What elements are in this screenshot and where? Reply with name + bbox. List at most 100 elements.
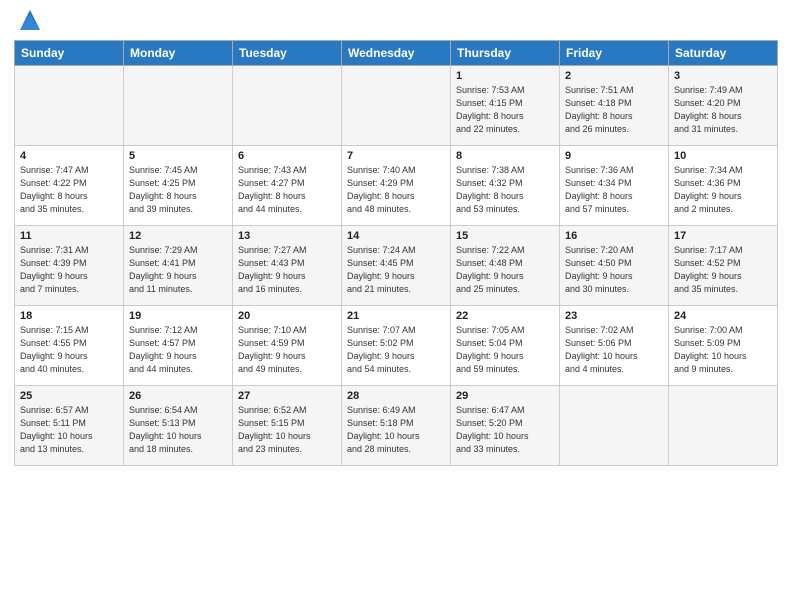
day-info: Sunrise: 7:47 AM Sunset: 4:22 PM Dayligh… [20,164,118,216]
day-number: 26 [129,390,227,402]
day-info: Sunrise: 7:49 AM Sunset: 4:20 PM Dayligh… [674,84,772,136]
day-number: 25 [20,390,118,402]
calendar-cell: 13 Sunrise: 7:27 AM Sunset: 4:43 PM Dayli… [233,226,342,306]
calendar-cell [124,66,233,146]
week-row-1: 1 Sunrise: 7:53 AM Sunset: 4:15 PM Daylig… [15,66,778,146]
day-info: Sunrise: 7:45 AM Sunset: 4:25 PM Dayligh… [129,164,227,216]
day-info: Sunrise: 6:52 AM Sunset: 5:15 PM Dayligh… [238,404,336,456]
day-number: 24 [674,310,772,322]
day-number: 21 [347,310,445,322]
day-number: 20 [238,310,336,322]
day-number: 15 [456,230,554,242]
weekday-header-saturday: Saturday [669,41,778,66]
day-info: Sunrise: 7:02 AM Sunset: 5:06 PM Dayligh… [565,324,663,376]
calendar-cell: 27 Sunrise: 6:52 AM Sunset: 5:15 PM Dayli… [233,386,342,466]
calendar-cell: 16 Sunrise: 7:20 AM Sunset: 4:50 PM Dayli… [560,226,669,306]
calendar-cell: 21 Sunrise: 7:07 AM Sunset: 5:02 PM Dayli… [342,306,451,386]
calendar-cell [560,386,669,466]
calendar-cell: 12 Sunrise: 7:29 AM Sunset: 4:41 PM Dayli… [124,226,233,306]
calendar-cell [342,66,451,146]
week-row-2: 4 Sunrise: 7:47 AM Sunset: 4:22 PM Daylig… [15,146,778,226]
day-number: 10 [674,150,772,162]
calendar-cell: 15 Sunrise: 7:22 AM Sunset: 4:48 PM Dayli… [451,226,560,306]
calendar-cell: 4 Sunrise: 7:47 AM Sunset: 4:22 PM Daylig… [15,146,124,226]
calendar-cell [669,386,778,466]
calendar-table: SundayMondayTuesdayWednesdayThursdayFrid… [14,40,778,466]
day-info: Sunrise: 7:00 AM Sunset: 5:09 PM Dayligh… [674,324,772,376]
day-number: 4 [20,150,118,162]
calendar-cell: 19 Sunrise: 7:12 AM Sunset: 4:57 PM Dayli… [124,306,233,386]
calendar-cell: 25Sunrise: 6:57 AM Sunset: 5:11 PM Dayli… [15,386,124,466]
day-number: 7 [347,150,445,162]
logo-icon [16,6,44,34]
day-number: 29 [456,390,554,402]
day-info: Sunrise: 6:49 AM Sunset: 5:18 PM Dayligh… [347,404,445,456]
weekday-header-thursday: Thursday [451,41,560,66]
day-info: Sunrise: 7:38 AM Sunset: 4:32 PM Dayligh… [456,164,554,216]
day-number: 11 [20,230,118,242]
calendar-cell: 6 Sunrise: 7:43 AM Sunset: 4:27 PM Daylig… [233,146,342,226]
day-info: Sunrise: 7:51 AM Sunset: 4:18 PM Dayligh… [565,84,663,136]
day-number: 14 [347,230,445,242]
day-number: 28 [347,390,445,402]
day-info: Sunrise: 7:22 AM Sunset: 4:48 PM Dayligh… [456,244,554,296]
calendar-cell [233,66,342,146]
weekday-header-wednesday: Wednesday [342,41,451,66]
day-info: Sunrise: 6:54 AM Sunset: 5:13 PM Dayligh… [129,404,227,456]
calendar-cell: 28 Sunrise: 6:49 AM Sunset: 5:18 PM Dayli… [342,386,451,466]
day-info: Sunrise: 7:36 AM Sunset: 4:34 PM Dayligh… [565,164,663,216]
calendar-body: 1 Sunrise: 7:53 AM Sunset: 4:15 PM Daylig… [15,66,778,466]
calendar-cell: 18Sunrise: 7:15 AM Sunset: 4:55 PM Dayli… [15,306,124,386]
day-number: 16 [565,230,663,242]
calendar-cell: 14 Sunrise: 7:24 AM Sunset: 4:45 PM Dayli… [342,226,451,306]
weekday-header-monday: Monday [124,41,233,66]
calendar-cell: 8 Sunrise: 7:38 AM Sunset: 4:32 PM Daylig… [451,146,560,226]
day-info: Sunrise: 6:47 AM Sunset: 5:20 PM Dayligh… [456,404,554,456]
day-number: 12 [129,230,227,242]
day-info: Sunrise: 7:07 AM Sunset: 5:02 PM Dayligh… [347,324,445,376]
day-info: Sunrise: 7:34 AM Sunset: 4:36 PM Dayligh… [674,164,772,216]
calendar-cell: 20Sunrise: 7:10 AM Sunset: 4:59 PM Dayli… [233,306,342,386]
calendar-cell: 29 Sunrise: 6:47 AM Sunset: 5:20 PM Dayli… [451,386,560,466]
weekday-header-friday: Friday [560,41,669,66]
day-number: 8 [456,150,554,162]
day-info: Sunrise: 7:29 AM Sunset: 4:41 PM Dayligh… [129,244,227,296]
day-number: 13 [238,230,336,242]
day-info: Sunrise: 7:24 AM Sunset: 4:45 PM Dayligh… [347,244,445,296]
calendar-cell: 7 Sunrise: 7:40 AM Sunset: 4:29 PM Daylig… [342,146,451,226]
day-info: Sunrise: 7:12 AM Sunset: 4:57 PM Dayligh… [129,324,227,376]
week-row-5: 25Sunrise: 6:57 AM Sunset: 5:11 PM Dayli… [15,386,778,466]
day-number: 17 [674,230,772,242]
day-info: Sunrise: 7:43 AM Sunset: 4:27 PM Dayligh… [238,164,336,216]
day-info: Sunrise: 7:53 AM Sunset: 4:15 PM Dayligh… [456,84,554,136]
calendar-cell: 9 Sunrise: 7:36 AM Sunset: 4:34 PM Daylig… [560,146,669,226]
calendar-cell: 5 Sunrise: 7:45 AM Sunset: 4:25 PM Daylig… [124,146,233,226]
day-number: 2 [565,70,663,82]
calendar-cell: 24 Sunrise: 7:00 AM Sunset: 5:09 PM Dayli… [669,306,778,386]
day-number: 23 [565,310,663,322]
day-number: 5 [129,150,227,162]
day-info: Sunrise: 7:27 AM Sunset: 4:43 PM Dayligh… [238,244,336,296]
day-number: 3 [674,70,772,82]
day-info: Sunrise: 7:17 AM Sunset: 4:52 PM Dayligh… [674,244,772,296]
day-info: Sunrise: 7:15 AM Sunset: 4:55 PM Dayligh… [20,324,118,376]
calendar-cell: 10 Sunrise: 7:34 AM Sunset: 4:36 PM Dayli… [669,146,778,226]
day-info: Sunrise: 7:40 AM Sunset: 4:29 PM Dayligh… [347,164,445,216]
calendar-cell: 1 Sunrise: 7:53 AM Sunset: 4:15 PM Daylig… [451,66,560,146]
day-number: 6 [238,150,336,162]
day-number: 19 [129,310,227,322]
week-row-3: 11 Sunrise: 7:31 AM Sunset: 4:39 PM Dayli… [15,226,778,306]
weekday-header-sunday: Sunday [15,41,124,66]
calendar-cell: 3 Sunrise: 7:49 AM Sunset: 4:20 PM Daylig… [669,66,778,146]
week-row-4: 18Sunrise: 7:15 AM Sunset: 4:55 PM Dayli… [15,306,778,386]
weekday-header: SundayMondayTuesdayWednesdayThursdayFrid… [15,41,778,66]
day-number: 27 [238,390,336,402]
calendar-cell: 11 Sunrise: 7:31 AM Sunset: 4:39 PM Dayli… [15,226,124,306]
day-number: 9 [565,150,663,162]
calendar-cell: 26 Sunrise: 6:54 AM Sunset: 5:13 PM Dayli… [124,386,233,466]
day-info: Sunrise: 7:20 AM Sunset: 4:50 PM Dayligh… [565,244,663,296]
day-info: Sunrise: 7:31 AM Sunset: 4:39 PM Dayligh… [20,244,118,296]
day-number: 1 [456,70,554,82]
calendar-cell [15,66,124,146]
calendar-cell: 17 Sunrise: 7:17 AM Sunset: 4:52 PM Dayli… [669,226,778,306]
